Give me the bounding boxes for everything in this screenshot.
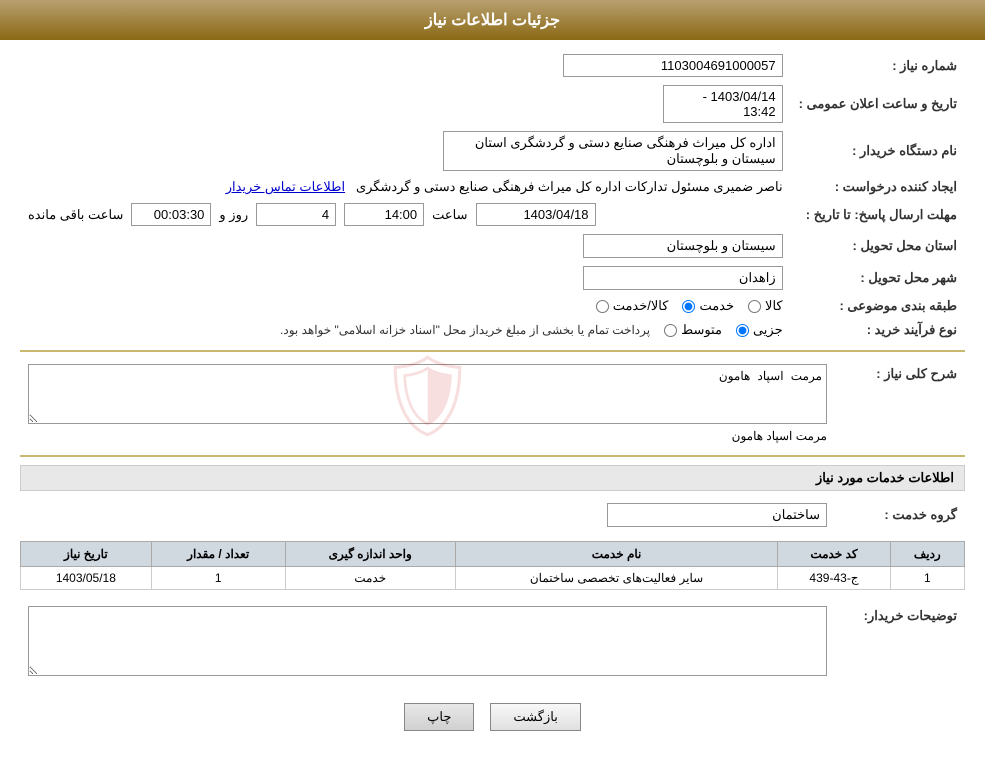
info-table: شماره نیاز : 1103004691000057 تاریخ و سا… bbox=[20, 50, 965, 342]
row-kodKhadamat: ج-43-439 bbox=[778, 567, 890, 590]
noefarayand-radio-group: جزیی متوسط پرداخت تمام یا بخشی از مبلغ خ… bbox=[28, 322, 783, 338]
noefarayand-jozi-radio[interactable] bbox=[736, 324, 749, 337]
mohlat-roz-label: روز و bbox=[219, 207, 248, 223]
tabaqe-kalakhadamat-radio[interactable] bbox=[596, 300, 609, 313]
noefarayand-note: پرداخت تمام یا بخشی از مبلغ خریداز محل "… bbox=[280, 323, 650, 337]
row-tedad: 1 bbox=[151, 567, 285, 590]
mohlat-saat-label: ساعت bbox=[432, 207, 467, 223]
groh-display: ساختمان bbox=[607, 503, 827, 527]
noefarayand-value: جزیی متوسط پرداخت تمام یا بخشی از مبلغ خ… bbox=[20, 318, 791, 342]
noefarayand-motevaset-item: متوسط bbox=[664, 322, 722, 338]
services-table: ردیف کد خدمت نام خدمت واحد اندازه گیری ت… bbox=[20, 541, 965, 590]
noefarayand-jozi-item: جزیی bbox=[736, 322, 783, 338]
namdastgah-label: نام دستگاه خریدار : bbox=[791, 127, 965, 175]
sharh-value: 🛡 مرمت اسپاد هامون bbox=[20, 360, 835, 447]
noefarayand-motevaset-radio[interactable] bbox=[664, 324, 677, 337]
sharh-label: شرح کلی نیاز : bbox=[835, 360, 965, 447]
tabaqe-kala-radio[interactable] bbox=[748, 300, 761, 313]
tabaqe-kalakhadamat-label: کالا/خدمت bbox=[613, 298, 669, 314]
shahr-value: زاهدان bbox=[20, 262, 791, 294]
noefarayand-motevaset-label: متوسط bbox=[681, 322, 722, 338]
col-radif: ردیف bbox=[890, 542, 964, 567]
mohlat-row: 1403/04/18 ساعت 14:00 4 روز و 00:03:30 س… bbox=[28, 203, 783, 226]
divider-2 bbox=[20, 455, 965, 457]
shomareNiaz-value: 1103004691000057 bbox=[20, 50, 791, 81]
mohlat-saatMande: 00:03:30 bbox=[131, 203, 211, 226]
tosih-value bbox=[20, 602, 835, 683]
ijadkonande-text: ناصر ضمیری مسئول تدارکات اداره کل میراث … bbox=[356, 179, 783, 194]
mohlat-value: 1403/04/18 ساعت 14:00 4 روز و 00:03:30 س… bbox=[20, 199, 791, 230]
shomareNiaz-display: 1103004691000057 bbox=[563, 54, 783, 77]
tabaqe-kala-item: کالا bbox=[748, 298, 783, 314]
page-title: جزئیات اطلاعات نیاز bbox=[425, 12, 560, 29]
row-namKhadamat: سایر فعالیت‌های تخصصی ساختمان bbox=[455, 567, 778, 590]
groh-table: گروه خدمت : ساختمان bbox=[20, 499, 965, 531]
col-namKhadamat: نام خدمت bbox=[455, 542, 778, 567]
sharh-watermark-area: 🛡 bbox=[28, 364, 827, 427]
col-vahed: واحد اندازه گیری bbox=[285, 542, 455, 567]
shahr-display: زاهدان bbox=[583, 266, 783, 290]
tabaqe-kalakhadamat-item: کالا/خدمت bbox=[596, 298, 669, 314]
ijadkonande-label: ایجاد کننده درخواست : bbox=[791, 175, 965, 199]
ostan-value: سیستان و بلوچستان bbox=[20, 230, 791, 262]
page-wrapper: جزئیات اطلاعات نیاز شماره نیاز : 1103004… bbox=[0, 0, 985, 767]
sharh-table: شرح کلی نیاز : 🛡 مرمت اسپاد هامون bbox=[20, 360, 965, 447]
print-button[interactable]: چاپ bbox=[404, 703, 474, 731]
ostan-label: استان محل تحویل : bbox=[791, 230, 965, 262]
divider-1 bbox=[20, 350, 965, 352]
mohlat-label: مهلت ارسال پاسخ: تا تاریخ : bbox=[791, 199, 965, 230]
row-radif: 1 bbox=[890, 567, 964, 590]
namdastgah-display: اداره کل میراث فرهنگی صنایع دستی و گردشگ… bbox=[443, 131, 783, 171]
noefarayand-jozi-label: جزیی bbox=[753, 322, 783, 338]
row-vahed: خدمت bbox=[285, 567, 455, 590]
tarikh-label: تاریخ و ساعت اعلان عمومی : bbox=[791, 81, 965, 127]
shomareNiaz-label: شماره نیاز : bbox=[791, 50, 965, 81]
mohlat-tarikh: 1403/04/18 bbox=[476, 203, 596, 226]
tabaqe-value: کالا خدمت کالا/خدمت bbox=[20, 294, 791, 318]
tabaqe-label: طبقه بندی موضوعی : bbox=[791, 294, 965, 318]
tosih-table: توضیحات خریدار: bbox=[20, 602, 965, 683]
table-row: 1 ج-43-439 سایر فعالیت‌های تخصصی ساختمان… bbox=[21, 567, 965, 590]
row-tarikh: 1403/05/18 bbox=[21, 567, 152, 590]
ostan-display: سیستان و بلوچستان bbox=[583, 234, 783, 258]
groh-value: ساختمان bbox=[20, 499, 835, 531]
ijadkonande-link[interactable]: اطلاعات تماس خریدار bbox=[226, 179, 345, 194]
sharh-textarea[interactable] bbox=[28, 364, 827, 424]
groh-label: گروه خدمت : bbox=[835, 499, 965, 531]
back-button[interactable]: بازگشت bbox=[490, 703, 580, 731]
noefarayand-label: نوع فرآیند خرید : bbox=[791, 318, 965, 342]
tosih-textarea[interactable] bbox=[28, 606, 827, 676]
col-tedad: تعداد / مقدار bbox=[151, 542, 285, 567]
mohlat-saatMande-label: ساعت باقی مانده bbox=[28, 207, 123, 223]
ijadkonande-value: ناصر ضمیری مسئول تدارکات اداره کل میراث … bbox=[20, 175, 791, 199]
khadamat-section-title: اطلاعات خدمات مورد نیاز bbox=[20, 465, 965, 491]
tabaqe-radio-group: کالا خدمت کالا/خدمت bbox=[28, 298, 783, 314]
sharh-display-text: مرمت اسپاد هامون bbox=[732, 429, 827, 443]
namdastgah-value: اداره کل میراث فرهنگی صنایع دستی و گردشگ… bbox=[20, 127, 791, 175]
tabaqe-kala-label: کالا bbox=[765, 298, 783, 314]
tabaqe-khadamat-label: خدمت bbox=[699, 298, 734, 314]
tabaqe-khadamat-item: خدمت bbox=[682, 298, 734, 314]
col-tarikh: تاریخ نیاز bbox=[21, 542, 152, 567]
col-kodKhadamat: کد خدمت bbox=[778, 542, 890, 567]
tarikh-value: 1403/04/14 - 13:42 bbox=[20, 81, 791, 127]
mohlat-saat: 14:00 bbox=[344, 203, 424, 226]
buttons-row: بازگشت چاپ bbox=[20, 703, 965, 747]
tosih-label: توضیحات خریدار: bbox=[835, 602, 965, 683]
tabaqe-khadamat-radio[interactable] bbox=[682, 300, 695, 313]
mohlat-roz: 4 bbox=[256, 203, 336, 226]
services-section: ردیف کد خدمت نام خدمت واحد اندازه گیری ت… bbox=[20, 541, 965, 590]
tarikh-display: 1403/04/14 - 13:42 bbox=[663, 85, 783, 123]
content-area: شماره نیاز : 1103004691000057 تاریخ و سا… bbox=[0, 40, 985, 767]
shahr-label: شهر محل تحویل : bbox=[791, 262, 965, 294]
page-header: جزئیات اطلاعات نیاز bbox=[0, 0, 985, 40]
